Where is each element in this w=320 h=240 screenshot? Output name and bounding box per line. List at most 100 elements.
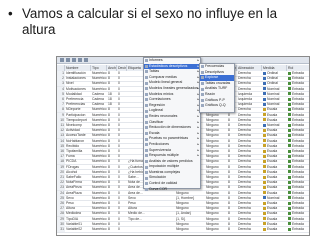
role-icon <box>288 165 291 169</box>
menu-item-icon <box>145 109 148 113</box>
cell-text: Escala <box>267 128 278 133</box>
menu-item-label: Redes neuronales <box>149 113 178 118</box>
menu-item-icon <box>145 87 148 91</box>
cell-text: Nominal <box>267 102 280 107</box>
table-cell[interactable]: 8 <box>227 227 237 232</box>
cell-text: Entrada <box>292 227 304 231</box>
cell-text: Escala <box>267 138 278 143</box>
measure-icon <box>263 123 266 127</box>
menu-item-icon <box>145 159 148 163</box>
cell-text: Entrada <box>292 76 304 81</box>
cell-text: Entrada <box>292 123 304 127</box>
table-cell[interactable]: Derecha <box>237 227 262 232</box>
cell-text: Entrada <box>292 159 304 164</box>
cell-text: Nominal <box>267 97 280 101</box>
undo-icon[interactable] <box>78 58 82 62</box>
measure-icon <box>263 227 266 231</box>
menu-item-label: Análisis de valores perdidos <box>149 158 193 163</box>
cell-text: Entrada <box>292 169 304 174</box>
role-icon <box>288 206 291 210</box>
measure-icon <box>263 92 266 96</box>
measure-icon <box>263 170 266 174</box>
submenu-item-label: Razón <box>205 91 216 96</box>
menu-item-icon <box>145 126 148 130</box>
menu-item-label: Modelo lineal general <box>149 80 183 85</box>
measure-icon <box>263 87 266 91</box>
cell-text: Nominal <box>267 123 280 127</box>
submenu-item-icon <box>201 87 204 91</box>
menu-item-label: Simulación <box>149 175 167 180</box>
cell-text: Entrada <box>292 138 304 143</box>
row-number: 31 <box>57 227 65 232</box>
cell-text: Entrada <box>292 154 304 159</box>
menu-item-label: Muestras complejas <box>149 169 181 174</box>
menu-item-icon <box>145 187 148 191</box>
menu-item-icon <box>145 154 148 158</box>
table-cell[interactable]: Entrada <box>287 227 309 232</box>
table-cell[interactable] <box>127 227 175 232</box>
submenu-item-icon <box>201 65 204 69</box>
role-icon <box>288 134 291 137</box>
menu-item-icon <box>145 59 148 63</box>
cell-text: Entrada <box>292 216 304 221</box>
open-icon[interactable] <box>60 58 64 62</box>
cell-text: Entrada <box>292 190 304 195</box>
measure-icon <box>263 165 266 169</box>
submenu-item[interactable]: Gráficos Q-Q <box>200 103 234 109</box>
cell-text: Ordinal <box>267 81 278 86</box>
menu-item-icon <box>145 76 148 80</box>
cell-text: Entrada <box>292 97 304 101</box>
table-cell[interactable]: 8 <box>107 227 117 232</box>
redo-icon[interactable] <box>84 58 88 62</box>
submenu-item-icon <box>201 82 204 86</box>
cell-text: Entrada <box>292 149 304 153</box>
cell-text: Escala <box>267 133 278 138</box>
menu-item-label: Predicciones <box>149 141 170 146</box>
submenu-item-icon <box>201 104 204 108</box>
menu-item-icon <box>145 70 148 74</box>
menu-item[interactable]: Curva COR <box>144 187 200 193</box>
role-icon <box>288 175 291 179</box>
title-text: Vamos a calcular si el sexo no influye e… <box>22 6 278 37</box>
table-cell[interactable]: Numérico <box>91 227 107 232</box>
measure-icon <box>263 160 266 163</box>
table-row[interactable]: 31 Variable02 Numérico 8 0 Ninguno Ninguno 8 Der… <box>57 227 309 233</box>
submenu-item-label: Gráficos Q-Q <box>205 103 226 108</box>
role-icon <box>288 149 291 153</box>
cell-text: Entrada <box>292 71 304 75</box>
role-icon <box>288 217 291 221</box>
measure-icon <box>263 191 266 195</box>
table-cell[interactable]: Ninguno <box>205 227 227 232</box>
table-cell[interactable]: 0 <box>117 227 127 232</box>
measure-icon <box>263 118 266 122</box>
menu-item-label: Informes <box>149 58 163 62</box>
cell-text: Entrada <box>292 133 304 138</box>
menu-item-label: Regresión <box>149 102 165 107</box>
cell-text: Escala <box>267 185 278 190</box>
role-icon <box>288 191 291 195</box>
cell-text: Escala <box>267 175 278 179</box>
save-icon[interactable] <box>66 58 70 62</box>
role-icon <box>288 212 291 215</box>
print-icon[interactable] <box>72 58 76 62</box>
measure-icon <box>263 128 266 132</box>
cell-text: Escala <box>267 211 278 216</box>
menu-item-label: Pruebas no paramétricas <box>149 136 189 141</box>
table-cell[interactable]: Escala <box>262 227 287 232</box>
menu-item-label: Control de calidad <box>149 181 178 186</box>
role-icon <box>288 144 291 148</box>
cell-text: Entrada <box>292 195 304 200</box>
measure-icon <box>263 175 266 179</box>
submenu-item-label: Tablas cruzadas <box>205 80 231 85</box>
table-cell[interactable]: Variable02 <box>65 227 91 232</box>
cell-text: Escala <box>267 227 278 231</box>
table-cell[interactable]: Ninguno <box>175 227 205 232</box>
measure-icon <box>263 102 266 106</box>
cell-text: Escala <box>267 112 278 117</box>
menu-item-label: Escala <box>149 130 160 135</box>
menu-item-label: Clasificar <box>149 119 164 124</box>
submenu-item-label: Frecuencias <box>205 64 225 68</box>
cell-text: Escala <box>267 190 278 195</box>
cell-text: Entrada <box>292 81 304 86</box>
cell-text: Entrada <box>292 117 304 122</box>
